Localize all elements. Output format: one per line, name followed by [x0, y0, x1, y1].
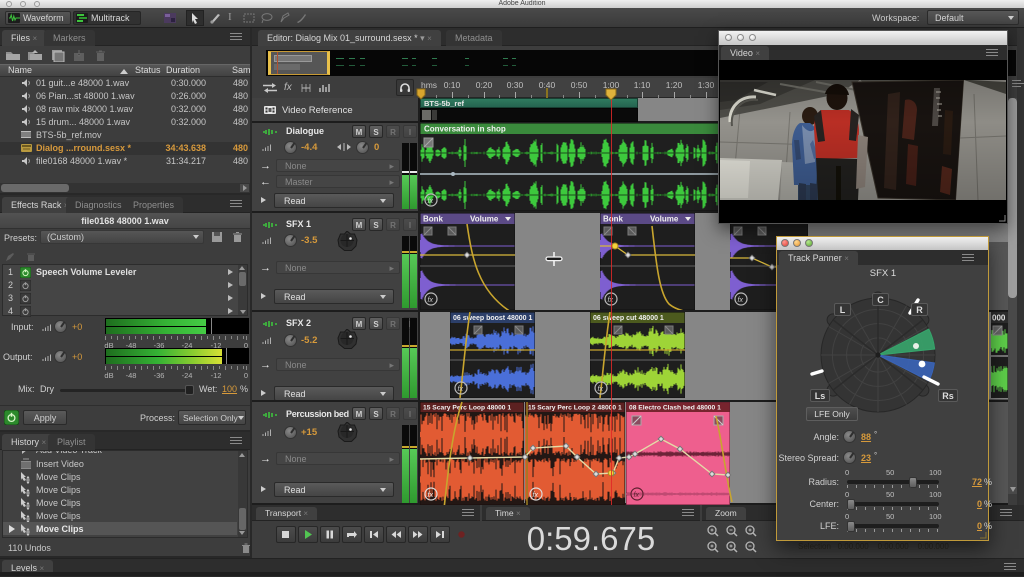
- svg-text:06 sweep cut 48000 1: 06 sweep cut 48000 1: [593, 315, 664, 322]
- svg-text:Bonk: Bonk: [423, 215, 444, 224]
- svg-text:Conversation in shop: Conversation in shop: [424, 125, 506, 134]
- svg-text:Bonk: Bonk: [603, 215, 624, 224]
- svg-text:fx: fx: [458, 386, 464, 393]
- svg-text:fx: fx: [738, 297, 744, 304]
- svg-text:Volume: Volume: [650, 215, 679, 224]
- svg-text:fx: fx: [428, 198, 434, 205]
- svg-text:Volume: Volume: [470, 215, 499, 224]
- svg-text:06 sweep boost 48000 1: 06 sweep boost 48000 1: [453, 315, 532, 322]
- svg-text:fx: fx: [428, 297, 434, 304]
- svg-text:fx: fx: [598, 386, 604, 393]
- svg-text:000 1: 000 1: [992, 314, 1008, 323]
